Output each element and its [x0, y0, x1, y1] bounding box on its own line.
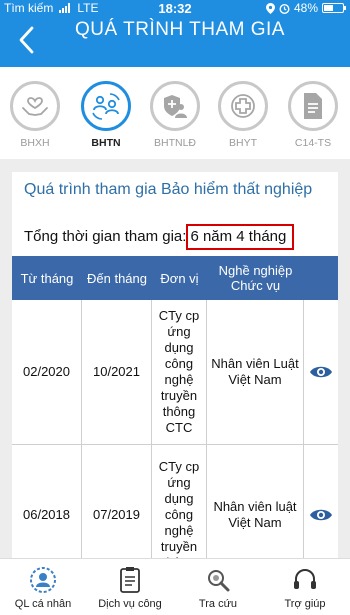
nav-dich-vu-cong-label: Dịch vụ công — [98, 598, 162, 610]
total-duration-value: 6 năm 4 tháng — [186, 224, 295, 250]
medical-cross-icon — [231, 94, 255, 118]
nav-tro-giup[interactable]: Trợ giúp — [265, 565, 345, 610]
nav-tra-cuu[interactable]: Tra cứu — [178, 565, 258, 610]
eye-icon — [310, 366, 332, 378]
table-row: 06/2018 07/2019 CTy cp ứng dụng công ngh… — [12, 445, 338, 558]
view-detail-button[interactable] — [304, 445, 338, 558]
tab-bhtnld[interactable]: BHTNLĐ — [148, 81, 202, 149]
nav-ql-ca-nhan[interactable]: QL cá nhân — [3, 565, 83, 610]
header-to-month: Đến tháng — [87, 270, 147, 286]
header-action — [304, 256, 338, 300]
content-area: Quá trình tham gia Bảo hiểm thất nghiệp … — [0, 159, 350, 558]
cell-job-position: Nhân viên luật Việt Nam — [207, 445, 304, 558]
table-row: 02/2020 10/2021 CTy cp ứng dụng công ngh… — [12, 300, 338, 445]
tab-bhyt[interactable]: BHYT — [216, 81, 270, 149]
cell-unit: CTy cp ứng dụng công nghệ truyền thông — [152, 445, 207, 558]
tab-c14-ts-label: C14-TS — [294, 137, 332, 149]
bottom-nav: QL cá nhân Dịch vụ công Tra cứu Trợ giúp — [0, 558, 350, 615]
category-tabs: BHXH BHTN BHTNLĐ BHYT C14-TS — [0, 67, 350, 159]
tab-bhtn-label: BHTN — [91, 137, 121, 149]
people-exchange-icon — [92, 93, 120, 120]
nav-tra-cuu-label: Tra cứu — [198, 598, 238, 610]
nav-ql-ca-nhan-label: QL cá nhân — [14, 598, 72, 610]
participation-card: Quá trình tham gia Bảo hiểm thất nghiệp … — [12, 172, 338, 558]
page-title: QUÁ TRÌNH THAM GIA — [75, 19, 285, 40]
chevron-left-icon — [19, 26, 34, 54]
nav-dich-vu-cong[interactable]: Dịch vụ công — [90, 565, 170, 610]
tab-bhtn[interactable]: BHTN — [79, 81, 133, 149]
participation-table: Từ tháng Đến tháng Đơn vị Nghề nghiệp Ch… — [12, 256, 338, 558]
total-duration: Tổng thời gian tham gia: 6 năm 4 tháng — [24, 224, 295, 250]
cell-to-month: 10/2021 — [82, 300, 152, 444]
battery-icon — [322, 3, 346, 13]
header-unit: Đơn vị — [160, 270, 199, 286]
header-job-position: Nghề nghiệp Chức vụ — [218, 263, 293, 293]
cell-to-month: 07/2019 — [82, 445, 152, 558]
magnifier-icon — [208, 570, 230, 592]
card-title: Quá trình tham gia Bảo hiểm thất nghiệp — [24, 181, 313, 198]
cell-from-month: 02/2020 — [12, 300, 82, 444]
tab-bhxh[interactable]: BHXH — [8, 81, 62, 149]
status-bar: Tìm kiếm LTE 18:32 48% — [0, 0, 350, 17]
tab-c14-ts[interactable]: C14-TS — [286, 81, 340, 149]
tab-bhxh-label: BHXH — [20, 137, 50, 149]
alarm-icon — [279, 3, 290, 14]
cell-job-position: Nhân viên Luật Việt Nam — [207, 300, 304, 444]
back-button[interactable] — [14, 24, 38, 56]
eye-icon — [310, 509, 332, 520]
total-duration-label: Tổng thời gian tham gia: — [24, 228, 187, 245]
location-icon — [265, 2, 275, 14]
person-profile-icon — [30, 567, 56, 593]
clipboard-icon — [120, 567, 140, 593]
document-icon — [304, 93, 322, 119]
nav-tro-giup-label: Trợ giúp — [284, 598, 326, 610]
tab-bhtnld-label: BHTNLĐ — [153, 137, 196, 149]
header-from-month: Từ tháng — [20, 270, 74, 286]
tab-bhyt-label: BHYT — [228, 137, 257, 149]
heart-hands-icon — [22, 97, 48, 116]
view-detail-button[interactable] — [304, 300, 338, 444]
table-header: Từ tháng Đến tháng Đơn vị Nghề nghiệp Ch… — [12, 256, 338, 300]
app-header: Tìm kiếm LTE 18:32 48% QUÁ TRÌNH THAM GI… — [0, 0, 350, 67]
headset-icon — [294, 569, 316, 589]
cell-from-month: 06/2018 — [12, 445, 82, 558]
battery-percent: 48% — [293, 1, 318, 15]
cell-unit: CTy cp ứng dụng công nghệ truyền thông C… — [152, 300, 207, 444]
shield-person-icon — [164, 95, 187, 118]
